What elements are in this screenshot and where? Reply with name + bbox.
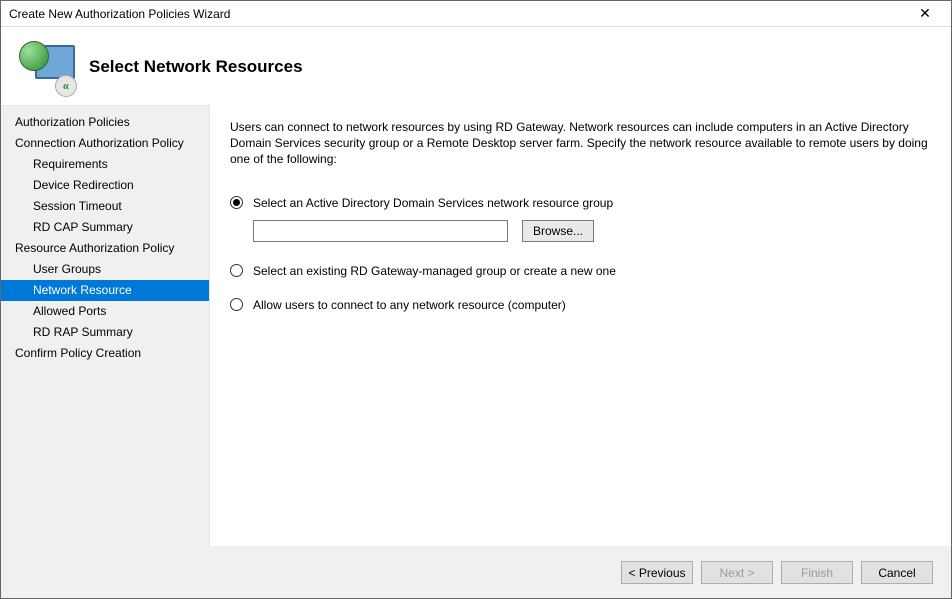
ad-group-input[interactable] [253, 220, 508, 242]
option-ad-group[interactable]: Select an Active Directory Domain Servic… [230, 196, 931, 210]
main-panel: Users can connect to network resources b… [209, 105, 951, 546]
sidebar: Authorization Policies Connection Author… [1, 105, 209, 546]
globe-icon [19, 41, 49, 71]
option-existing-group-label: Select an existing RD Gateway-managed gr… [253, 264, 616, 278]
arrows-icon: « [55, 75, 77, 97]
sidebar-item-authorization-policies[interactable]: Authorization Policies [1, 112, 209, 133]
previous-button[interactable]: < Previous [621, 561, 693, 584]
close-icon[interactable]: ✕ [905, 2, 945, 26]
radio-any-resource[interactable] [230, 298, 243, 311]
sidebar-item-session-timeout[interactable]: Session Timeout [1, 196, 209, 217]
ad-group-input-row: Browse... [253, 220, 931, 242]
sidebar-list: Authorization Policies Connection Author… [1, 112, 209, 364]
option-existing-group[interactable]: Select an existing RD Gateway-managed gr… [230, 264, 931, 278]
wizard-header: « Select Network Resources [1, 27, 951, 105]
page-title: Select Network Resources [89, 57, 303, 77]
sidebar-item-requirements[interactable]: Requirements [1, 154, 209, 175]
sidebar-item-network-resource[interactable]: Network Resource [1, 280, 209, 301]
wizard-window: Create New Authorization Policies Wizard… [0, 0, 952, 599]
browse-button[interactable]: Browse... [522, 220, 594, 242]
sidebar-item-rd-cap-summary[interactable]: RD CAP Summary [1, 217, 209, 238]
sidebar-item-resource-auth-policy[interactable]: Resource Authorization Policy [1, 238, 209, 259]
sidebar-item-user-groups[interactable]: User Groups [1, 259, 209, 280]
intro-text: Users can connect to network resources b… [230, 119, 931, 168]
wizard-body: Authorization Policies Connection Author… [1, 105, 951, 546]
wizard-footer: < Previous Next > Finish Cancel [1, 546, 951, 598]
cancel-button[interactable]: Cancel [861, 561, 933, 584]
option-any-resource-label: Allow users to connect to any network re… [253, 298, 566, 312]
radio-existing-group[interactable] [230, 264, 243, 277]
window-title: Create New Authorization Policies Wizard [9, 7, 905, 21]
sidebar-item-confirm-policy-creation[interactable]: Confirm Policy Creation [1, 343, 209, 364]
sidebar-item-rd-rap-summary[interactable]: RD RAP Summary [1, 322, 209, 343]
finish-button[interactable]: Finish [781, 561, 853, 584]
wizard-icon: « [19, 39, 75, 95]
next-button[interactable]: Next > [701, 561, 773, 584]
sidebar-item-device-redirection[interactable]: Device Redirection [1, 175, 209, 196]
sidebar-item-allowed-ports[interactable]: Allowed Ports [1, 301, 209, 322]
option-any-resource[interactable]: Allow users to connect to any network re… [230, 298, 931, 312]
option-ad-group-label: Select an Active Directory Domain Servic… [253, 196, 613, 210]
titlebar: Create New Authorization Policies Wizard… [1, 1, 951, 27]
main-content: Users can connect to network resources b… [210, 105, 951, 546]
sidebar-item-connection-auth-policy[interactable]: Connection Authorization Policy [1, 133, 209, 154]
radio-ad-group[interactable] [230, 196, 243, 209]
